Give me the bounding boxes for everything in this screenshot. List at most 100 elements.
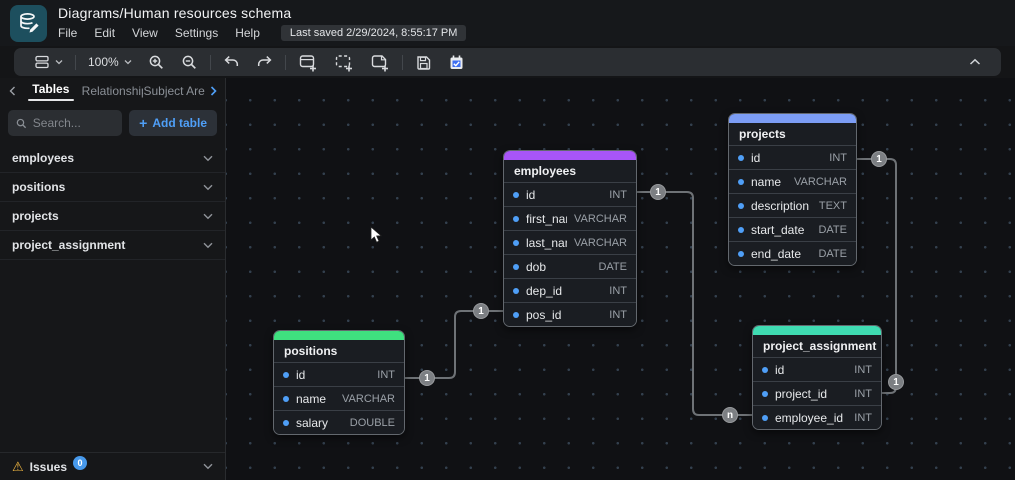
- add-area-icon: [335, 54, 352, 71]
- add-table-tool-button[interactable]: [290, 48, 326, 76]
- field-row: id INT: [753, 357, 881, 381]
- sidebar-table-name: positions: [12, 180, 66, 194]
- collapse-header-button[interactable]: [961, 48, 989, 76]
- field-type: VARCHAR: [342, 392, 395, 405]
- database-pencil-icon: [19, 13, 39, 33]
- field-dot-icon: [283, 395, 289, 402]
- document-title: Diagrams/Human resources schema: [58, 4, 292, 21]
- cardinality-badge: 1: [473, 303, 489, 319]
- field-type: DATE: [818, 223, 847, 236]
- issues-panel-toggle[interactable]: ⚠ Issues 0: [0, 452, 225, 480]
- menu-settings[interactable]: Settings: [175, 24, 227, 42]
- cardinality-badge: 1: [419, 370, 435, 386]
- issues-count-badge: 0: [73, 455, 88, 470]
- chevron-down-icon: [203, 213, 213, 219]
- diagram-table-project-assignment[interactable]: project_assignment id INT project_id INT e…: [752, 325, 882, 430]
- redo-button[interactable]: [248, 48, 281, 76]
- todo-button[interactable]: [440, 48, 473, 76]
- add-table-icon: [299, 54, 316, 71]
- drawdb-app: Diagrams/Human resources schema File Edi…: [0, 0, 1015, 480]
- sidebar-item-employees[interactable]: employees: [0, 144, 225, 173]
- table-header[interactable]: employees: [504, 160, 636, 182]
- table-header[interactable]: positions: [274, 340, 404, 362]
- field-dot-icon: [283, 419, 289, 426]
- tab-tables[interactable]: Tables: [20, 78, 82, 104]
- menu-view[interactable]: View: [132, 24, 167, 42]
- save-button[interactable]: [407, 48, 440, 76]
- search-icon: [16, 118, 27, 128]
- field-row: dob DATE: [504, 254, 636, 278]
- field-dot-icon: [738, 178, 744, 185]
- body: Tables Relationships Subject Are: [0, 78, 1015, 480]
- field-type: VARCHAR: [794, 175, 847, 188]
- field-dot-icon: [738, 154, 744, 161]
- sidebar-item-project-assignment[interactable]: project_assignment: [0, 231, 225, 260]
- field-name: id: [526, 187, 536, 202]
- chevron-down-icon: [124, 60, 132, 65]
- sidebar-item-projects[interactable]: projects: [0, 202, 225, 231]
- field-row: pos_id INT: [504, 302, 636, 326]
- menu-edit[interactable]: Edit: [94, 24, 124, 42]
- tabs-scroll-left[interactable]: [4, 86, 20, 96]
- field-row: employee_id INT: [753, 405, 881, 429]
- field-dot-icon: [513, 311, 519, 318]
- add-area-tool-button[interactable]: [326, 48, 362, 76]
- tab-subject-areas[interactable]: Subject Are: [143, 80, 205, 101]
- undo-icon: [224, 56, 238, 66]
- tab-relationships[interactable]: Relationships: [82, 80, 144, 101]
- field-name: last_name: [526, 235, 567, 250]
- sidebar: Tables Relationships Subject Are: [0, 78, 226, 480]
- field-name: description: [751, 198, 810, 213]
- add-note-tool-button[interactable]: [362, 48, 398, 76]
- active-tab-underline: [27, 98, 74, 101]
- toolbar-divider: [284, 54, 286, 70]
- field-dot-icon: [762, 366, 768, 373]
- diagram-table-employees[interactable]: employees id INT first_name VARCHAR last_n…: [503, 150, 637, 327]
- field-name: first_name: [526, 211, 567, 226]
- field-name: id: [775, 362, 785, 377]
- field-row: dep_id INT: [504, 278, 636, 302]
- add-table-button[interactable]: + Add table: [129, 110, 217, 136]
- cardinality-badge: 1: [650, 184, 666, 200]
- field-row: id INT: [274, 362, 404, 386]
- view-layout-button[interactable]: [26, 48, 71, 76]
- chevron-right-icon: [210, 85, 217, 96]
- diagram-canvas[interactable]: 1 n 1 1 1 1 employees id INT first_name VA…: [226, 78, 1015, 480]
- zoom-out-button[interactable]: [173, 48, 206, 76]
- field-dot-icon: [762, 414, 768, 421]
- toolbar-divider: [401, 54, 403, 70]
- undo-button[interactable]: [215, 48, 248, 76]
- search-input[interactable]: [32, 116, 115, 130]
- field-type: VARCHAR: [574, 212, 627, 225]
- add-table-label: Add table: [152, 116, 207, 130]
- app-logo[interactable]: [10, 4, 47, 42]
- issues-label: Issues: [29, 459, 68, 474]
- field-dot-icon: [283, 371, 289, 378]
- diagram-table-positions[interactable]: positions id INT name VARCHAR salary DOUBLE: [273, 330, 405, 435]
- tabs-scroll-right[interactable]: [205, 85, 221, 96]
- field-type: TEXT: [818, 199, 847, 212]
- zoom-in-button[interactable]: [140, 48, 173, 76]
- field-name: start_date: [751, 222, 805, 237]
- search-box[interactable]: [8, 110, 123, 136]
- menu-file[interactable]: File: [58, 24, 86, 42]
- field-dot-icon: [762, 390, 768, 397]
- chevron-left-icon: [9, 86, 15, 95]
- field-type: INT: [609, 188, 627, 201]
- table-name: project_assignment: [763, 339, 877, 353]
- field-name: salary: [296, 415, 329, 430]
- chevron-down-icon: [203, 242, 213, 248]
- diagram-table-projects[interactable]: projects id INT name VARCHAR description TE…: [728, 113, 857, 266]
- field-dot-icon: [738, 250, 744, 257]
- table-header[interactable]: projects: [729, 123, 856, 145]
- sidebar-item-positions[interactable]: positions: [0, 173, 225, 202]
- table-header[interactable]: project_assignment: [753, 335, 881, 357]
- tab-relationships-label: Relationships: [81, 84, 144, 98]
- zoom-level-dropdown[interactable]: 100%: [80, 48, 140, 76]
- field-name: dob: [526, 259, 547, 274]
- table-name: projects: [739, 127, 786, 141]
- menu-help[interactable]: Help: [235, 24, 269, 42]
- sidebar-table-name: project_assignment: [12, 238, 126, 252]
- field-name: pos_id: [526, 307, 562, 322]
- field-type: DATE: [598, 260, 627, 273]
